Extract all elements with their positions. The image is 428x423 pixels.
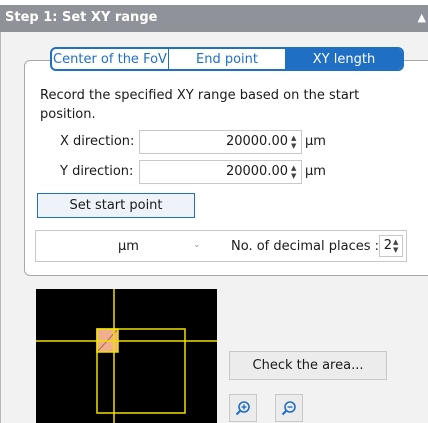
x-direction-field[interactable]: 20000.00 ▲ ▼ bbox=[139, 130, 302, 154]
check-area-button[interactable]: Check the area... bbox=[229, 351, 387, 380]
y-direction-field[interactable]: 20000.00 ▲ ▼ bbox=[139, 160, 302, 184]
chevron-down-icon[interactable]: ⌄ bbox=[193, 240, 201, 250]
x-direction-value: 20000.00 bbox=[225, 134, 288, 149]
tab-xy-length[interactable]: XY length bbox=[286, 49, 402, 69]
x-direction-label: X direction: bbox=[60, 134, 135, 149]
zoom-in-icon bbox=[235, 401, 250, 416]
zoom-out-button[interactable] bbox=[275, 394, 303, 422]
triangle-up-icon[interactable]: ▲ bbox=[418, 11, 426, 24]
tab-end-point[interactable]: End point bbox=[169, 49, 286, 69]
y-direction-value: 20000.00 bbox=[225, 164, 288, 179]
x-direction-unit: µm bbox=[305, 134, 326, 149]
y-direction-label: Y direction: bbox=[60, 164, 134, 179]
zoom-out-icon bbox=[281, 401, 296, 416]
mode-tabs: Center of the FoV End point XY length bbox=[50, 47, 404, 71]
section-title: Step 1: Set XY range bbox=[5, 10, 158, 25]
area-preview-map[interactable] bbox=[36, 289, 217, 423]
spin-arrows-icon[interactable]: ▲ ▼ bbox=[393, 238, 401, 254]
decimal-places-field[interactable]: 2 ▲ ▼ bbox=[379, 235, 403, 257]
unit-settings-row: µm ⌄ No. of decimal places : 2 ▲ ▼ bbox=[35, 230, 407, 262]
decimal-places-value: 2 bbox=[383, 238, 392, 253]
area-preview-graphic bbox=[36, 289, 217, 423]
spin-arrows-icon[interactable]: ▲ ▼ bbox=[291, 134, 299, 150]
section-header[interactable]: Step 1: Set XY range ▲ bbox=[0, 5, 428, 32]
unit-select[interactable]: µm bbox=[118, 239, 139, 254]
zoom-in-button[interactable] bbox=[229, 394, 257, 422]
description-text: Record the specified XY range based on t… bbox=[40, 88, 360, 122]
y-direction-unit: µm bbox=[305, 164, 326, 179]
tab-center-of-fov[interactable]: Center of the FoV bbox=[52, 49, 169, 69]
spin-arrows-icon[interactable]: ▲ ▼ bbox=[291, 164, 299, 180]
decimal-places-label: No. of decimal places : bbox=[231, 239, 380, 254]
set-start-point-button[interactable]: Set start point bbox=[37, 193, 195, 218]
